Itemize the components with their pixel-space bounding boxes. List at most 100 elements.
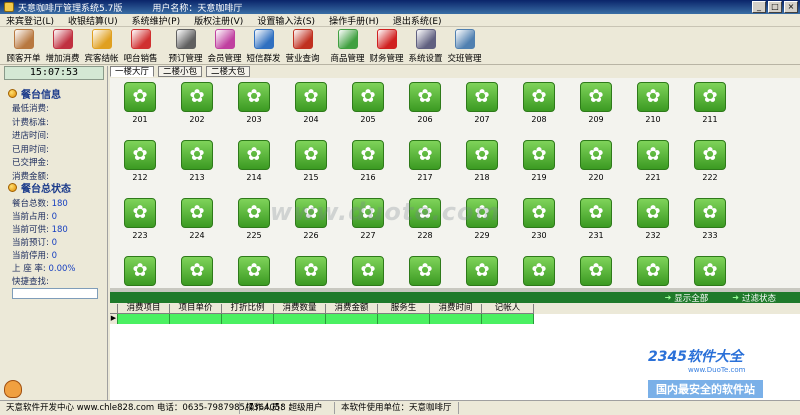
- menu-item-5[interactable]: 操作手册(H): [329, 14, 379, 27]
- quick-search-input[interactable]: [12, 288, 98, 299]
- table-202[interactable]: 202: [179, 82, 215, 126]
- grid-column-header[interactable]: 打折比例: [222, 304, 274, 314]
- table-215[interactable]: 215: [293, 140, 329, 184]
- table-235[interactable]: 235: [179, 256, 215, 288]
- table-223[interactable]: 223: [122, 198, 158, 242]
- toolbar-button-4[interactable]: 预订管理: [166, 27, 205, 64]
- table-238[interactable]: 238: [350, 256, 386, 288]
- table-244[interactable]: 244: [692, 256, 728, 288]
- menu-item-1[interactable]: 收银结算(U): [68, 14, 118, 27]
- table-227[interactable]: 227: [350, 198, 386, 242]
- toolbar-button-2[interactable]: 宾客结帐: [82, 27, 121, 64]
- toolbar-button-10[interactable]: 系统设置: [406, 27, 445, 64]
- toolbar-button-0[interactable]: 顾客开单: [4, 27, 43, 64]
- toolbar-button-11[interactable]: 交班管理: [445, 27, 484, 64]
- table-221[interactable]: 221: [635, 140, 671, 184]
- table-213[interactable]: 213: [179, 140, 215, 184]
- grid-cell[interactable]: [222, 314, 274, 324]
- table-204[interactable]: 204: [293, 82, 329, 126]
- menu-item-0[interactable]: 来宾登记(L): [6, 14, 54, 27]
- table-232[interactable]: 232: [635, 198, 671, 242]
- grid-cell[interactable]: [378, 314, 430, 324]
- table-237[interactable]: 237: [293, 256, 329, 288]
- table-212[interactable]: 212: [122, 140, 158, 184]
- table-209[interactable]: 209: [578, 82, 614, 126]
- table-220[interactable]: 220: [578, 140, 614, 184]
- table-211[interactable]: 211: [692, 82, 728, 126]
- grid-cell[interactable]: [430, 314, 482, 324]
- table-236[interactable]: 236: [236, 256, 272, 288]
- grid-column-header[interactable]: 记帐人: [482, 304, 534, 314]
- table-number: 218: [474, 173, 490, 182]
- grid-column-header[interactable]: 消费数量: [274, 304, 326, 314]
- grid-cell[interactable]: [170, 314, 222, 324]
- table-207[interactable]: 207: [464, 82, 500, 126]
- grid-column-header[interactable]: 服务生: [378, 304, 430, 314]
- row-selector[interactable]: ▶: [110, 314, 118, 324]
- table-242[interactable]: 242: [578, 256, 614, 288]
- toolbar-button-9[interactable]: 财务管理: [367, 27, 406, 64]
- table-number: 233: [702, 231, 718, 240]
- toolbar-button-5[interactable]: 会员管理: [205, 27, 244, 64]
- table-icon: [352, 140, 384, 170]
- table-219[interactable]: 219: [521, 140, 557, 184]
- grid-cell[interactable]: [118, 314, 170, 324]
- menu-item-3[interactable]: 版权注册(V): [194, 14, 243, 27]
- table-216[interactable]: 216: [350, 140, 386, 184]
- toolbar-button-1[interactable]: 增加消费: [43, 27, 82, 64]
- table-233[interactable]: 233: [692, 198, 728, 242]
- table-203[interactable]: 203: [236, 82, 272, 126]
- table-230[interactable]: 230: [521, 198, 557, 242]
- table-icon: [295, 256, 327, 286]
- maximize-icon[interactable]: □: [768, 1, 782, 13]
- table-240[interactable]: 240: [464, 256, 500, 288]
- tab-hall-0[interactable]: 一楼大厅: [110, 66, 155, 77]
- menu-item-6[interactable]: 退出系统(E): [393, 14, 442, 27]
- table-243[interactable]: 243: [635, 256, 671, 288]
- info-value: 0.00%: [48, 264, 76, 274]
- table-234[interactable]: 234: [122, 256, 158, 288]
- tab-hall-1[interactable]: 二楼小包: [158, 66, 203, 77]
- minimize-icon[interactable]: _: [752, 1, 766, 13]
- toolbar-button-7[interactable]: 营业查询: [283, 27, 322, 64]
- table-icon: [295, 198, 327, 228]
- table-row[interactable]: ▶: [110, 314, 800, 324]
- table-225[interactable]: 225: [236, 198, 272, 242]
- grid-cell[interactable]: [274, 314, 326, 324]
- grid-column-header[interactable]: 消费项目: [118, 304, 170, 314]
- grid-cell[interactable]: [326, 314, 378, 324]
- tab-hall-2[interactable]: 二楼大包: [206, 66, 251, 77]
- table-number: 220: [588, 173, 604, 182]
- menu-item-4[interactable]: 设置输入法(S): [257, 14, 315, 27]
- table-239[interactable]: 239: [407, 256, 443, 288]
- show-all-button[interactable]: ➜ 显示全部: [665, 292, 709, 304]
- table-206[interactable]: 206: [407, 82, 443, 126]
- table-222[interactable]: 222: [692, 140, 728, 184]
- table-224[interactable]: 224: [179, 198, 215, 242]
- table-208[interactable]: 208: [521, 82, 557, 126]
- toolbar-button-6[interactable]: 短信群发: [244, 27, 283, 64]
- table-205[interactable]: 205: [350, 82, 386, 126]
- table-201[interactable]: 201: [122, 82, 158, 126]
- toolbar-button-8[interactable]: 商品管理: [328, 27, 367, 64]
- table-icon: [523, 256, 555, 286]
- table-229[interactable]: 229: [464, 198, 500, 242]
- table-214[interactable]: 214: [236, 140, 272, 184]
- grid-column-header[interactable]: 消费时间: [430, 304, 482, 314]
- table-241[interactable]: 241: [521, 256, 557, 288]
- table-number: 203: [246, 115, 262, 124]
- menu-item-2[interactable]: 系统维护(P): [132, 14, 180, 27]
- grid-cell[interactable]: [482, 314, 534, 324]
- grid-column-header[interactable]: 消费金额: [326, 304, 378, 314]
- table-228[interactable]: 228: [407, 198, 443, 242]
- close-icon[interactable]: ×: [784, 1, 798, 13]
- table-217[interactable]: 217: [407, 140, 443, 184]
- filter-status-button[interactable]: ➜ 过滤状态: [732, 292, 776, 304]
- table-210[interactable]: 210: [635, 82, 671, 126]
- table-231[interactable]: 231: [578, 198, 614, 242]
- toolbar-button-3[interactable]: 吧台销售: [121, 27, 160, 64]
- grid-column-header[interactable]: 项目单价: [170, 304, 222, 314]
- logo-slogan: 国内最安全的软件站: [648, 380, 763, 398]
- table-218[interactable]: 218: [464, 140, 500, 184]
- table-226[interactable]: 226: [293, 198, 329, 242]
